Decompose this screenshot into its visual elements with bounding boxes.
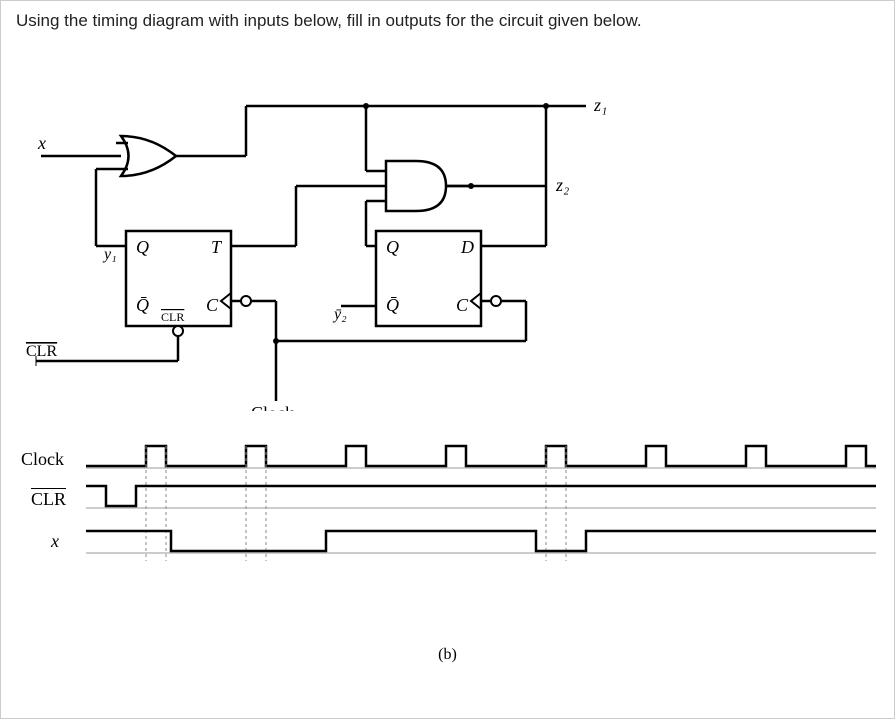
svg-text:C: C <box>456 295 469 315</box>
svg-text:ȳ₂: ȳ₂ <box>332 306 347 323</box>
part-label: (b) <box>16 646 879 664</box>
svg-text:C: C <box>206 295 219 315</box>
question-text: Using the timing diagram with inputs bel… <box>16 11 879 31</box>
svg-text:z₁: z₁ <box>593 95 607 115</box>
svg-text:D: D <box>460 237 474 257</box>
svg-text:Clock: Clock <box>251 403 294 411</box>
svg-text:Q̄: Q̄ <box>136 295 149 315</box>
circuit-diagram: x z₁ z₂ y₁ Q T Q̄ C CLR Q D Q̄ C ȳ₂ CLR … <box>16 61 879 411</box>
svg-text:x: x <box>37 133 46 153</box>
svg-text:Q: Q <box>386 237 399 257</box>
svg-text:y₁: y₁ <box>102 246 117 263</box>
svg-text:CLR: CLR <box>161 310 184 324</box>
svg-text:z₂: z₂ <box>555 175 569 195</box>
svg-text:Q: Q <box>136 237 149 257</box>
timing-diagram: Clock CLR x <box>16 431 879 631</box>
svg-text:CLR: CLR <box>26 343 57 360</box>
svg-text:Q̄: Q̄ <box>386 295 399 315</box>
